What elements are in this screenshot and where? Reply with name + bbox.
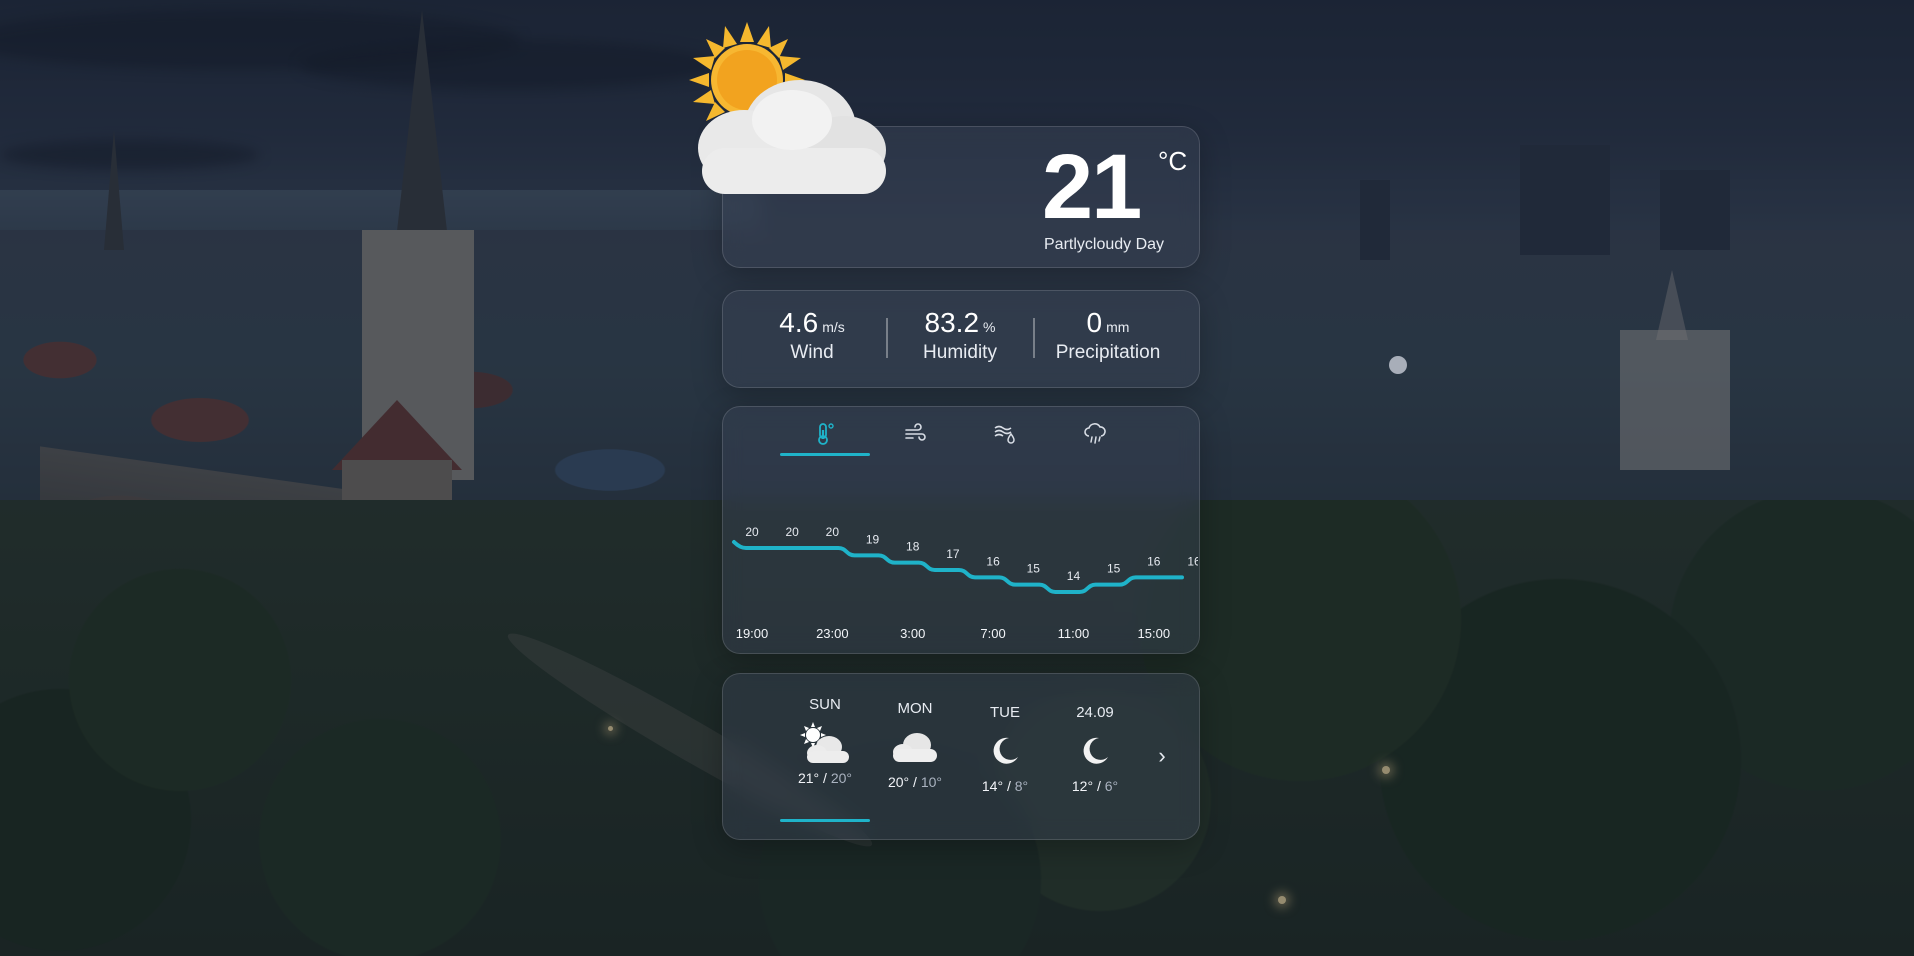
humidity-value: 83.2: [924, 307, 980, 338]
slider-handle[interactable]: [1389, 356, 1407, 374]
day-temps: 12° / 6°: [1050, 778, 1140, 794]
partly-cloudy-day-icon: [800, 722, 849, 763]
data-label: 15: [1107, 562, 1121, 576]
tab-precipitation[interactable]: [1050, 414, 1140, 454]
day-name: SUN: [809, 696, 841, 713]
x-tick-label: 3:00: [900, 626, 925, 641]
data-label: 15: [1027, 562, 1041, 576]
day-item-tue[interactable]: TUE 14° / 8°: [960, 694, 1050, 820]
precipitation-label: Precipitation: [1055, 342, 1161, 363]
day-temps: 20° / 10°: [870, 774, 960, 790]
moon-icon: [1083, 737, 1108, 764]
x-tick-label: 15:00: [1138, 626, 1171, 641]
partly-cloudy-day-icon: [689, 22, 886, 194]
day-high: 14°: [981, 778, 1004, 794]
data-label: 14: [1067, 569, 1081, 583]
day-name: TUE: [990, 704, 1020, 721]
day-icon-wrap: [780, 716, 870, 770]
wind-label: Wind: [790, 342, 834, 363]
x-tick-label: 11:00: [1058, 626, 1090, 641]
tab-temperature[interactable]: [780, 414, 870, 456]
day-high: 21°: [797, 770, 820, 786]
x-tick-label: 19:00: [736, 626, 769, 641]
next-days-chevron-icon[interactable]: ›: [1150, 741, 1174, 771]
data-label: 20: [745, 525, 759, 539]
day-high: 12°: [1071, 778, 1094, 794]
tab-humidity[interactable]: [960, 414, 1050, 454]
data-label: 16: [1187, 554, 1198, 568]
cloud-icon: [893, 733, 937, 762]
precipitation-unit: mm: [1106, 319, 1130, 335]
temp-separator: /: [823, 770, 827, 786]
temp-separator: /: [1006, 778, 1011, 794]
data-label: 20: [786, 525, 800, 539]
day-low: 20°: [830, 770, 852, 786]
temperature-chart: 20 20 20 19 18 17 16 15 14 15 16 16 19:00 23:00 3:00 7:…: [732, 525, 1198, 641]
temp-separator: /: [1096, 778, 1101, 794]
day-icon-wrap: [870, 720, 960, 774]
moon-icon: [993, 737, 1018, 764]
wind-icon: [905, 423, 926, 441]
data-label: 17: [946, 547, 960, 561]
day-name: 24.09: [1076, 704, 1114, 721]
day-item-sun[interactable]: SUN 21° / 20°: [780, 694, 870, 822]
day-item-2409[interactable]: 24.09 12° / 6°: [1050, 694, 1140, 820]
stat-divider: [1033, 318, 1035, 358]
wind-stat: 4.6 m/s Wind: [742, 306, 882, 366]
humidity-value-row: 83.2%: [890, 306, 1030, 340]
wind-value-row: 4.6 m/s: [742, 306, 882, 340]
humidity-label: Humidity: [923, 342, 997, 363]
rain-icon: [1084, 423, 1106, 444]
data-label: 18: [906, 540, 920, 554]
humidity-unit: %: [983, 319, 996, 335]
temp-separator: /: [913, 774, 917, 790]
day-high: 20°: [887, 774, 910, 790]
data-label: 16: [986, 554, 1000, 568]
temperature-unit: °C: [1158, 146, 1188, 176]
data-label: 16: [1147, 554, 1161, 568]
current-temperature: 21: [1042, 136, 1142, 238]
day-icon-wrap: [960, 724, 1050, 778]
tab-wind[interactable]: [870, 414, 960, 454]
day-low: 10°: [920, 774, 942, 790]
weather-condition: Partlycloudy Day: [1044, 236, 1165, 253]
precipitation-stat: 0 mm Precipitation: [1038, 306, 1178, 366]
day-temps: 14° / 8°: [960, 778, 1050, 794]
day-low: 8°: [1014, 778, 1029, 794]
day-icon-wrap: [1050, 724, 1140, 778]
x-tick-label: 23:00: [816, 626, 849, 641]
stat-divider: [886, 318, 888, 358]
precipitation-value: 0: [1086, 307, 1103, 338]
wind-unit: m/s: [822, 319, 845, 335]
humidity-icon: [994, 425, 1015, 444]
precipitation-value-row: 0 mm: [1038, 306, 1178, 340]
day-temps: 21° / 20°: [780, 770, 870, 786]
x-tick-label: 7:00: [980, 626, 1005, 641]
data-label: 20: [826, 525, 840, 539]
data-label: 19: [866, 532, 880, 546]
humidity-stat: 83.2% Humidity: [890, 306, 1030, 366]
day-name: MON: [897, 700, 933, 717]
day-low: 6°: [1104, 778, 1119, 794]
thermometer-icon: [818, 423, 834, 445]
day-item-mon[interactable]: MON 20° / 10°: [870, 694, 960, 820]
wind-value: 4.6: [779, 307, 819, 338]
